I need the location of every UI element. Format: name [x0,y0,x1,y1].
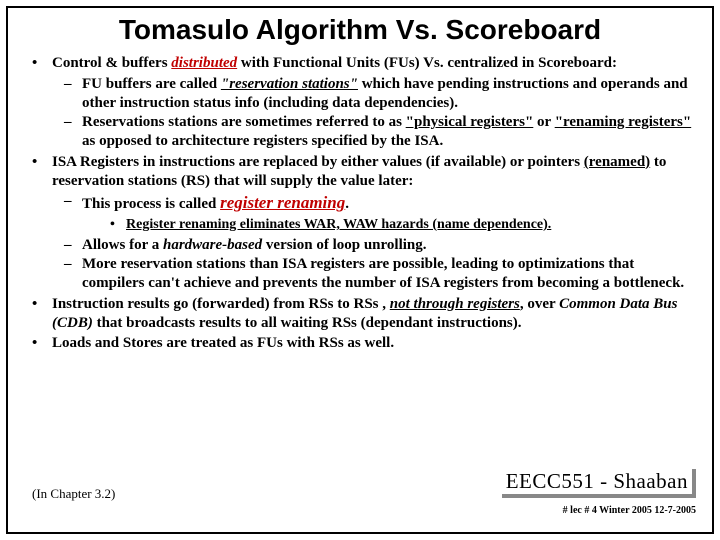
text: Reservations stations are sometimes refe… [82,114,406,130]
text: This process is called [82,196,220,212]
text: , over [520,296,559,312]
text: Control & buffers [52,55,171,71]
emph: (renamed) [584,154,650,170]
signature-block: EECC551 - Shaaban # lec # 4 Winter 2005 … [502,469,696,518]
bullet-2-sub-2: Allows for a hardware-based version of l… [52,236,694,255]
bullet-2-sub-1: This process is called register renaming… [52,192,694,233]
emph: "renaming registers" [555,114,692,130]
bullet-2-sub-3: More reservation stations than ISA regis… [52,255,694,293]
text: Instruction results go (forwarded) from … [52,296,390,312]
text: or [533,114,554,130]
text: More reservation stations than ISA regis… [82,256,684,291]
bullet-4: Loads and Stores are treated as FUs with… [26,334,694,353]
bullet-2-sub-1-sub: Register renaming eliminates WAR, WAW ha… [82,216,694,234]
bullet-1-sub-2: Reservations stations are sometimes refe… [52,113,694,151]
slide-meta: # lec # 4 Winter 2005 12-7-2005 [563,505,696,516]
emph: "physical registers" [406,114,534,130]
text: with Functional Units (FUs) Vs. centrali… [237,55,617,71]
text: Allows for a [82,237,163,253]
text: FU buffers are called [82,76,221,92]
emph: hardware-based [163,237,262,253]
text: Loads and Stores are treated as FUs with… [52,335,394,351]
text: ISA Registers in instructions are replac… [52,154,584,170]
emph: register renaming [220,193,345,212]
text: Register renaming eliminates WAR, WAW ha… [126,217,551,232]
text: version of loop unrolling. [262,237,426,253]
slide-frame: Tomasulo Algorithm Vs. Scoreboard Contro… [6,6,714,534]
emph: not through registers [390,296,520,312]
slide-title: Tomasulo Algorithm Vs. Scoreboard [26,14,694,46]
chapter-ref: (In Chapter 3.2) [32,486,115,502]
text: as opposed to architecture registers spe… [82,133,443,149]
bullet-2: ISA Registers in instructions are replac… [26,153,694,293]
bullet-list: Control & buffers distributed with Funct… [26,54,694,353]
bullet-1: Control & buffers distributed with Funct… [26,54,694,151]
course-signature: EECC551 - Shaaban [502,469,696,498]
emph: distributed [171,55,237,71]
bullet-3: Instruction results go (forwarded) from … [26,295,694,333]
bullet-1-sub-1: FU buffers are called "reservation stati… [52,75,694,113]
emph: "reservation stations" [221,76,358,92]
text: . [345,196,349,212]
text: that broadcasts results to all waiting R… [93,315,522,331]
